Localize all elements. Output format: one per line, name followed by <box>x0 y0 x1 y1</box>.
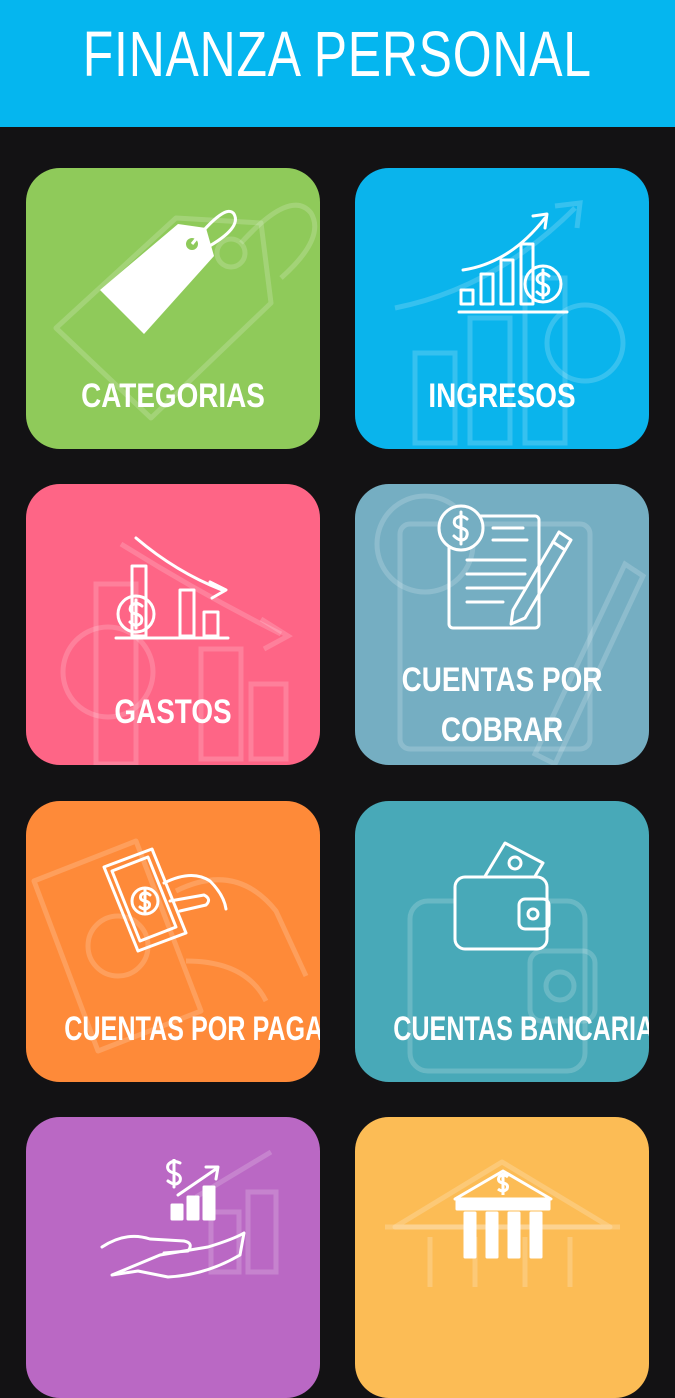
invoice-pen-icon <box>437 504 573 630</box>
price-tag-icon <box>100 209 237 334</box>
tile-label-cuentas-por-cobrar-line1: CUENTAS POR <box>401 661 603 699</box>
hand-cash-icon <box>102 847 228 953</box>
app-header: FINANZA PERSONAL <box>0 0 675 127</box>
tile-label-ingresos: INGRESOS <box>428 377 576 415</box>
tile-label-gastos: GASTOS <box>114 693 232 731</box>
tile-label-categorias: CATEGORIAS <box>81 377 265 415</box>
income-growth-icon <box>457 212 569 314</box>
tile-cuentas-por-cobrar[interactable]: CUENTAS POR COBRAR <box>355 484 649 765</box>
tile-categorias[interactable]: CATEGORIAS <box>26 168 320 449</box>
bank-building-icon <box>453 1169 553 1259</box>
tile-inversiones[interactable] <box>26 1117 320 1398</box>
app-title: FINANZA PERSONAL <box>82 17 593 90</box>
tile-label-cuentas-bancarias: CUENTAS BANCARIAS <box>393 1010 649 1048</box>
investment-hand-icon <box>100 1159 246 1279</box>
tile-cuentas-por-pagar[interactable]: CUENTAS POR PAGAR <box>26 801 320 1082</box>
bank-building-background-icon <box>385 1159 620 1287</box>
investment-background-icon <box>194 1149 279 1275</box>
tile-label-cuentas-por-pagar: CUENTAS POR PAGAR <box>64 1010 320 1048</box>
tile-ingresos[interactable]: INGRESOS <box>355 168 649 449</box>
tile-cuentas-bancarias[interactable]: CUENTAS BANCARIAS <box>355 801 649 1082</box>
tile-label-cuentas-por-cobrar-line2: COBRAR <box>440 711 564 749</box>
wallet-icon <box>453 841 551 951</box>
expense-decline-icon <box>114 536 230 640</box>
tile-gastos[interactable]: GASTOS <box>26 484 320 765</box>
tile-bancos[interactable] <box>355 1117 649 1398</box>
